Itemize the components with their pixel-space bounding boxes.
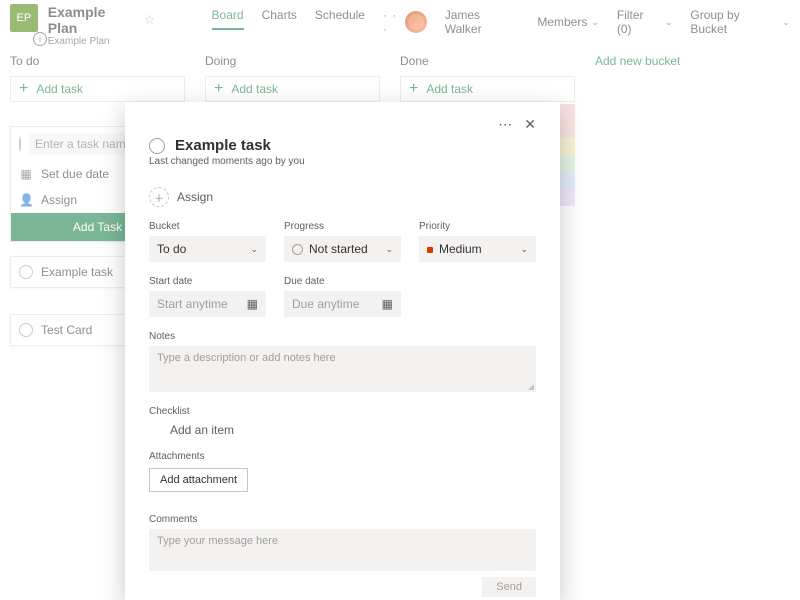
bucket-value: To do (157, 242, 186, 256)
bucket-dropdown[interactable]: To do ⌄ (149, 236, 266, 262)
start-date-input[interactable]: Start anytime ▦ (149, 291, 266, 317)
assign-button[interactable]: ＋ Assign (149, 187, 536, 207)
person-add-icon: ＋ (149, 187, 169, 207)
more-icon[interactable]: ⋯ (498, 116, 512, 133)
calendar-icon: ▦ (382, 297, 393, 311)
priority-value: Medium (439, 242, 482, 256)
start-date-placeholder: Start anytime (157, 297, 228, 311)
due-date-input[interactable]: Due anytime ▦ (284, 291, 401, 317)
task-detail-modal: ⋯ ✕ Example task Last changed moments ag… (125, 102, 560, 600)
task-complete-circle-icon[interactable] (149, 138, 165, 154)
checklist-label: Checklist (149, 406, 536, 417)
task-title[interactable]: Example task (175, 137, 271, 154)
progress-indicator-icon (292, 244, 303, 255)
add-attachment-button[interactable]: Add attachment (149, 468, 248, 492)
priority-indicator-icon (427, 247, 433, 253)
start-date-label: Start date (149, 276, 266, 287)
checklist-add-row[interactable]: Add an item (149, 423, 536, 437)
due-date-placeholder: Due anytime (292, 297, 359, 311)
progress-value: Not started (309, 242, 368, 256)
send-button[interactable]: Send (482, 577, 536, 597)
close-icon[interactable]: ✕ (524, 116, 536, 133)
comment-textarea[interactable]: Type your message here (149, 529, 536, 571)
chevron-down-icon: ⌄ (250, 244, 258, 255)
priority-dropdown[interactable]: Medium ⌄ (419, 236, 536, 262)
chevron-down-icon: ⌄ (520, 244, 528, 255)
chevron-down-icon: ⌄ (385, 244, 393, 255)
progress-dropdown[interactable]: Not started ⌄ (284, 236, 401, 262)
bucket-field-label: Bucket (149, 221, 266, 232)
progress-field-label: Progress (284, 221, 401, 232)
due-date-label: Due date (284, 276, 401, 287)
attachments-label: Attachments (149, 451, 536, 462)
calendar-icon: ▦ (247, 297, 258, 311)
comments-label: Comments (149, 514, 536, 525)
task-last-changed: Last changed moments ago by you (149, 156, 536, 167)
notes-label: Notes (149, 331, 536, 342)
task-circle-icon (149, 424, 162, 437)
priority-field-label: Priority (419, 221, 536, 232)
checklist-placeholder: Add an item (170, 423, 234, 437)
assign-label: Assign (177, 190, 213, 204)
notes-textarea[interactable]: Type a description or add notes here (149, 346, 536, 392)
